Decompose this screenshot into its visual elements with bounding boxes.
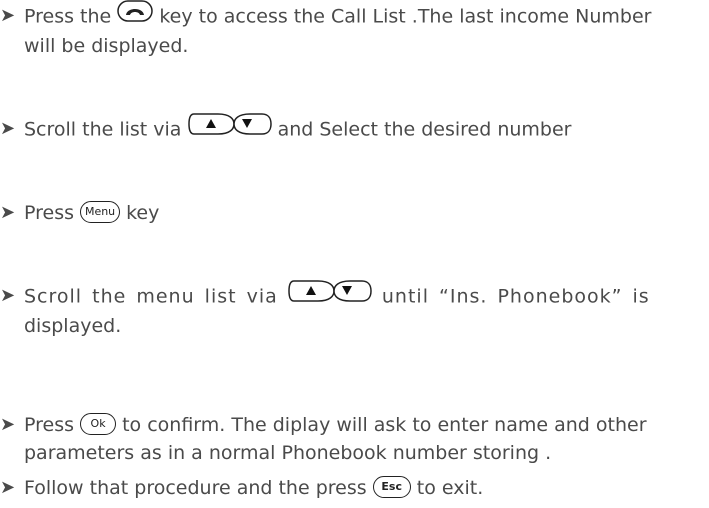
step-1-text-a: Press the [24,5,112,28]
bullet-arrow-icon: ➤ [0,202,16,223]
step-4: ➤ Scroll the menu list via until “Ins. P… [0,280,709,340]
step-3-text-a: Press [24,202,75,224]
step-3-text-b: key [126,202,160,224]
call-key-icon [117,0,154,30]
bullet-arrow-icon: ➤ [0,118,16,139]
up-down-keys-icon [187,113,272,143]
menu-key-icon: Menu [80,200,121,223]
step-3-text: Press Menu key [24,199,704,227]
step-5-text-a: Press [24,414,75,436]
step-4-text-b: until “Ins. Phonebook” is [381,285,650,308]
step-2-text-b: and Select the desired number [277,118,572,141]
bullet-arrow-icon: ➤ [0,477,16,498]
bullet-arrow-icon: ➤ [0,414,16,435]
esc-key-icon: Esc [372,475,411,498]
step-5-text: Press Ok to confirm. The diplay will ask… [24,411,704,467]
step-5: ➤ Press Ok to confirm. The diplay will a… [0,411,709,467]
step-5-text-c: parameters as in a normal Phonebook numb… [24,442,552,464]
ok-key-icon: Ok [80,412,117,435]
esc-key-label: Esc [381,479,402,493]
step-2: ➤ Scroll the list via and Select the des… [0,113,709,145]
step-6-text-a: Follow that procedure and the press [24,477,367,499]
step-4-text: Scroll the menu list via until “Ins. Pho… [24,280,704,340]
menu-key-label: Menu [84,204,116,218]
step-1: ➤ Press the key to access the Call List … [0,0,709,60]
step-1-text: Press the key to access the Call List .T… [24,0,704,60]
step-2-text-a: Scroll the list via [24,118,182,141]
step-6: ➤ Follow that procedure and the press Es… [0,474,709,502]
ok-key-label: Ok [90,416,106,430]
step-3: ➤ Press Menu key [0,199,709,227]
step-6-text-b: to exit. [416,477,484,499]
step-2-text: Scroll the list via and Select the desir… [24,113,704,145]
step-5-text-b: to confirm. The diplay will ask to enter… [122,414,647,436]
up-down-keys-icon [288,280,372,310]
bullet-arrow-icon: ➤ [0,5,16,26]
step-6-text: Follow that procedure and the press Esc … [24,474,704,502]
step-1-text-c: will be displayed. [24,35,189,57]
step-4-text-a: Scroll the menu list via [24,285,278,308]
step-4-text-c: displayed. [24,315,122,337]
bullet-arrow-icon: ➤ [0,285,16,306]
step-1-text-b: key to access the Call List .The last in… [159,5,652,28]
